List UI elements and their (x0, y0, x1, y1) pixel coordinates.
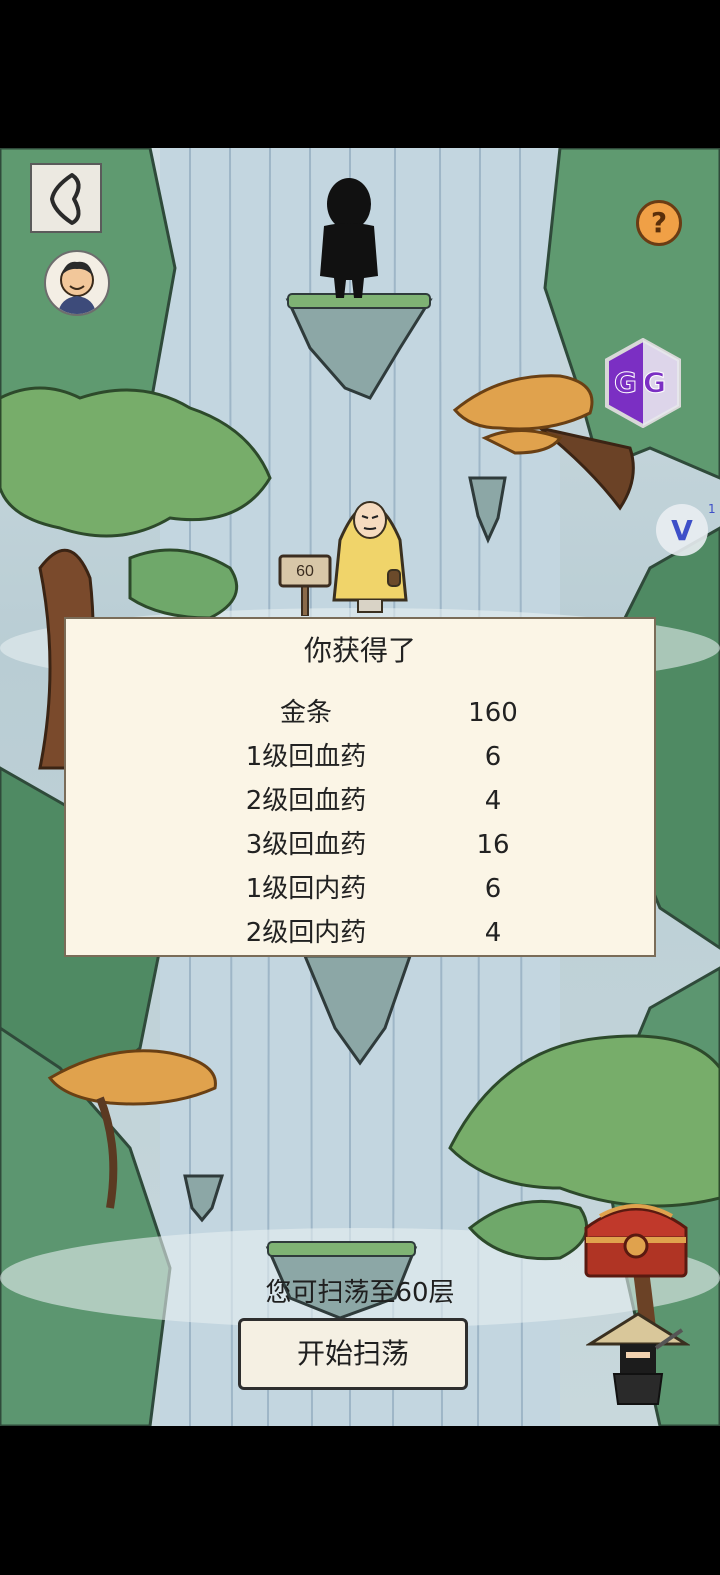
floor-number: 60 (296, 563, 314, 580)
reward-row: 金条 160 (66, 691, 654, 735)
reward-item-name: 1级回血药 (245, 742, 367, 772)
v-label: V (671, 514, 693, 547)
reward-item-qty: 4 (484, 786, 502, 816)
reward-panel-title: 你获得了 (303, 634, 416, 667)
hooded-hero-character[interactable] (330, 480, 410, 615)
player-avatar[interactable] (44, 250, 110, 316)
reward-row: 3级回血药 16 (66, 823, 654, 867)
reward-item-name: 3级回血药 (245, 830, 367, 860)
gg-label: GG (614, 366, 672, 400)
reward-item-qty: 16 (476, 830, 510, 860)
reward-item-qty: 160 (468, 698, 518, 728)
player-avatar-icon (58, 261, 96, 314)
reward-item-name: 2级回内药 (245, 918, 367, 948)
v-count: 1 (708, 502, 716, 516)
reward-item-qty: 6 (484, 874, 502, 904)
reward-row: 1级回内药 6 (66, 867, 654, 911)
treasure-chest-icon[interactable] (580, 1190, 692, 1282)
gg-floating-badge[interactable]: GG (605, 337, 681, 429)
start-sweep-button[interactable]: 开始扫荡 (238, 1318, 468, 1390)
reward-row: 2级回血药 4 (66, 779, 654, 823)
reward-item-name: 金条 (279, 698, 332, 728)
back-button[interactable] (30, 163, 102, 233)
reward-item-name: 1级回内药 (245, 874, 367, 904)
sweep-limit-note: 您可扫荡至60层 (265, 1278, 455, 1308)
reward-row: 1级回血药 6 (66, 735, 654, 779)
reward-item-qty: 4 (484, 918, 502, 948)
reward-panel: 你获得了 金条 160 1级回血药 6 2级回血药 4 3级回血药 16 1级回… (64, 617, 656, 957)
help-icon: ? (650, 206, 668, 239)
reward-item-name: 2级回血药 (245, 786, 367, 816)
locked-boss-silhouette (320, 178, 378, 298)
back-chevron-icon (50, 173, 81, 225)
help-button[interactable]: ? (636, 200, 682, 246)
v-floating-badge[interactable]: V 1 (654, 502, 720, 558)
straw-hat-ninja-icon[interactable] (586, 1308, 690, 1408)
reward-row: 2级回内药 4 (66, 911, 654, 955)
reward-item-qty: 6 (484, 742, 502, 772)
